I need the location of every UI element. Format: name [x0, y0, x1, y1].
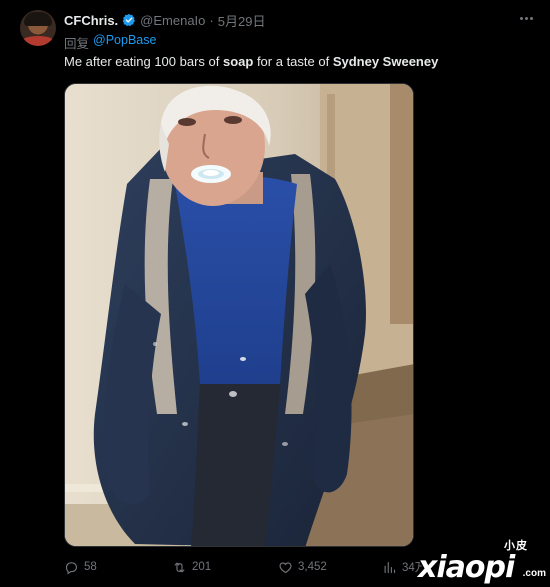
reply-icon — [65, 561, 78, 574]
views-icon — [384, 561, 396, 573]
tweet-text-bold: soap — [222, 54, 254, 69]
tweet-card[interactable]: CFChris. @EmenaIo · 5月29日 回复 @PopBase Me… — [0, 0, 550, 587]
tweet-header: CFChris. @EmenaIo · 5月29日 — [64, 11, 265, 29]
tweet-text-part: for a taste of — [253, 54, 333, 69]
site-watermark: 小皮 xiaopi .com — [418, 535, 546, 585]
verified-badge-icon — [122, 13, 136, 27]
separator-dot: · — [209, 12, 214, 28]
like-button[interactable]: 3,452 — [278, 557, 327, 577]
handle[interactable]: @EmenaIo — [140, 13, 205, 28]
reply-prefix: 回复 — [64, 37, 90, 51]
tweet-media-photo[interactable] — [64, 83, 414, 547]
more-dots-icon[interactable] — [520, 10, 533, 26]
retweet-button[interactable]: 201 — [172, 557, 211, 577]
avatar-shirt — [20, 36, 56, 46]
reply-context: 回复 @PopBase — [64, 33, 156, 52]
watermark-logo-text: xiaopi — [418, 550, 515, 585]
like-count: 3,452 — [298, 561, 327, 573]
display-name[interactable]: CFChris. — [64, 13, 118, 28]
tweet-text: Me after eating 100 bars of soap for a t… — [64, 54, 438, 69]
tweet-date[interactable]: 5月29日 — [218, 11, 266, 30]
reply-mention-link[interactable]: @PopBase — [93, 33, 156, 52]
heart-icon — [279, 561, 292, 573]
tweet-text-bold: Sydney Sweeney — [332, 54, 439, 69]
retweet-count: 201 — [192, 561, 212, 573]
watermark-suffix: .com — [522, 568, 546, 579]
reply-button[interactable]: 58 — [64, 557, 97, 577]
reply-count: 58 — [84, 561, 97, 573]
media-illustration — [65, 84, 413, 546]
tweet-text-part: Me after eating 100 bars of — [64, 54, 223, 69]
retweet-icon — [174, 562, 185, 572]
avatar-hair — [24, 12, 52, 26]
avatar[interactable] — [20, 10, 56, 46]
